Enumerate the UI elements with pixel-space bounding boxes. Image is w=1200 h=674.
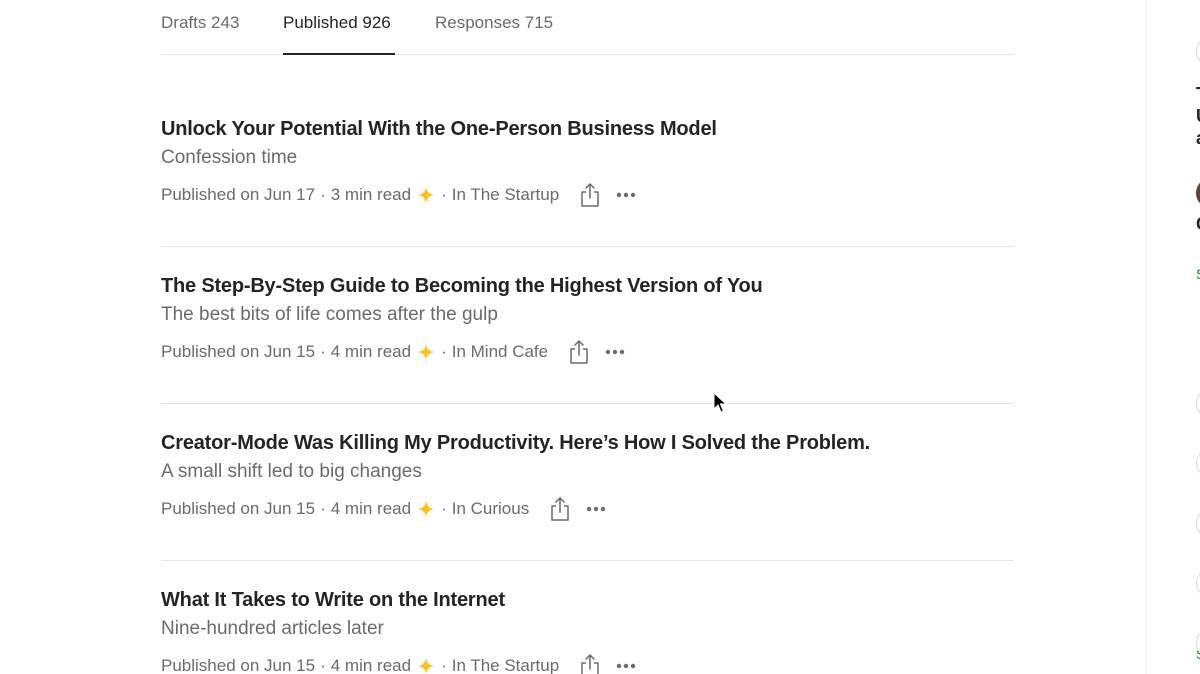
meta-separator: · <box>441 656 447 674</box>
sidebar-border <box>1145 0 1146 674</box>
sidebar-avatar[interactable] <box>1196 36 1200 66</box>
meta-separator: · <box>320 185 326 204</box>
story-subtitle[interactable]: Confession time <box>161 146 297 170</box>
tab-responses[interactable]: Responses 715 <box>435 12 553 34</box>
more-icon[interactable] <box>585 498 607 520</box>
more-icon[interactable] <box>604 341 626 363</box>
share-icon[interactable] <box>579 653 601 674</box>
read-time: 4 min read <box>330 342 412 361</box>
star-icon <box>417 343 435 361</box>
story-divider <box>161 246 1014 247</box>
meta-separator: · <box>441 185 447 204</box>
story-meta: Published on Jun 15 · 4 min read · In Mi… <box>161 339 626 365</box>
mouse-cursor-icon <box>713 392 727 413</box>
publication-link[interactable]: In Curious <box>452 498 529 520</box>
star-icon <box>417 186 435 204</box>
story-meta: Published on Jun 17 · 3 min read · In Th… <box>161 182 637 208</box>
read-time: 3 min read <box>330 185 412 204</box>
sidebar-text-fragment: a <box>1196 128 1200 149</box>
read-time: 4 min read <box>330 656 412 674</box>
share-icon[interactable] <box>549 496 571 522</box>
story-divider <box>161 560 1014 561</box>
more-icon[interactable] <box>615 655 637 674</box>
sidebar-link-fragment[interactable]: S <box>1196 266 1200 282</box>
active-tab-indicator <box>283 53 395 55</box>
sidebar-avatar[interactable] <box>1196 508 1200 538</box>
tab-published[interactable]: Published 926 <box>283 12 391 34</box>
sidebar-avatar[interactable] <box>1196 178 1200 208</box>
story-title[interactable]: What It Takes to Write on the Internet <box>161 587 505 613</box>
publication-link[interactable]: In The Startup <box>452 184 559 206</box>
meta-separator: · <box>320 499 326 518</box>
published-date: Published on Jun 17 <box>161 185 316 204</box>
meta-separator: · <box>441 342 447 361</box>
published-date: Published on Jun 15 <box>161 656 316 674</box>
star-icon <box>417 500 435 518</box>
sidebar-text-fragment: U <box>1196 106 1200 127</box>
sidebar-text-fragment[interactable]: C <box>1196 214 1200 235</box>
story-title[interactable]: Creator-Mode Was Killing My Productivity… <box>161 430 870 456</box>
publication-link[interactable]: In The Startup <box>452 655 559 674</box>
story-subtitle[interactable]: Nine-hundred articles later <box>161 617 384 641</box>
story-subtitle[interactable]: The best bits of life comes after the gu… <box>161 303 498 327</box>
read-time: 4 min read <box>330 499 412 518</box>
story-divider <box>161 403 1014 404</box>
story-title[interactable]: Unlock Your Potential With the One-Perso… <box>161 116 717 142</box>
meta-separator: · <box>320 342 326 361</box>
story-title[interactable]: The Step-By-Step Guide to Becoming the H… <box>161 273 763 299</box>
page: Drafts 243 Published 926 Responses 715 U… <box>0 0 1200 674</box>
tab-drafts[interactable]: Drafts 243 <box>161 12 239 34</box>
story-subtitle[interactable]: A small shift led to big changes <box>161 460 422 484</box>
sidebar-avatar[interactable] <box>1196 568 1200 598</box>
share-icon[interactable] <box>568 339 590 365</box>
star-icon <box>417 657 435 674</box>
sidebar-avatar[interactable] <box>1196 388 1200 418</box>
published-date: Published on Jun 15 <box>161 342 316 361</box>
sidebar-avatar[interactable] <box>1196 448 1200 478</box>
share-icon[interactable] <box>579 182 601 208</box>
more-icon[interactable] <box>615 184 637 206</box>
story-meta: Published on Jun 15 · 4 min read · In Th… <box>161 653 637 674</box>
stories-tabs: Drafts 243 Published 926 Responses 715 <box>161 0 1014 55</box>
published-date: Published on Jun 15 <box>161 499 316 518</box>
sidebar-text-fragment: T <box>1196 84 1200 105</box>
story-meta: Published on Jun 15 · 4 min read · In Cu… <box>161 496 607 522</box>
publication-link[interactable]: In Mind Cafe <box>452 341 548 363</box>
meta-separator: · <box>320 656 326 674</box>
meta-separator: · <box>441 499 447 518</box>
